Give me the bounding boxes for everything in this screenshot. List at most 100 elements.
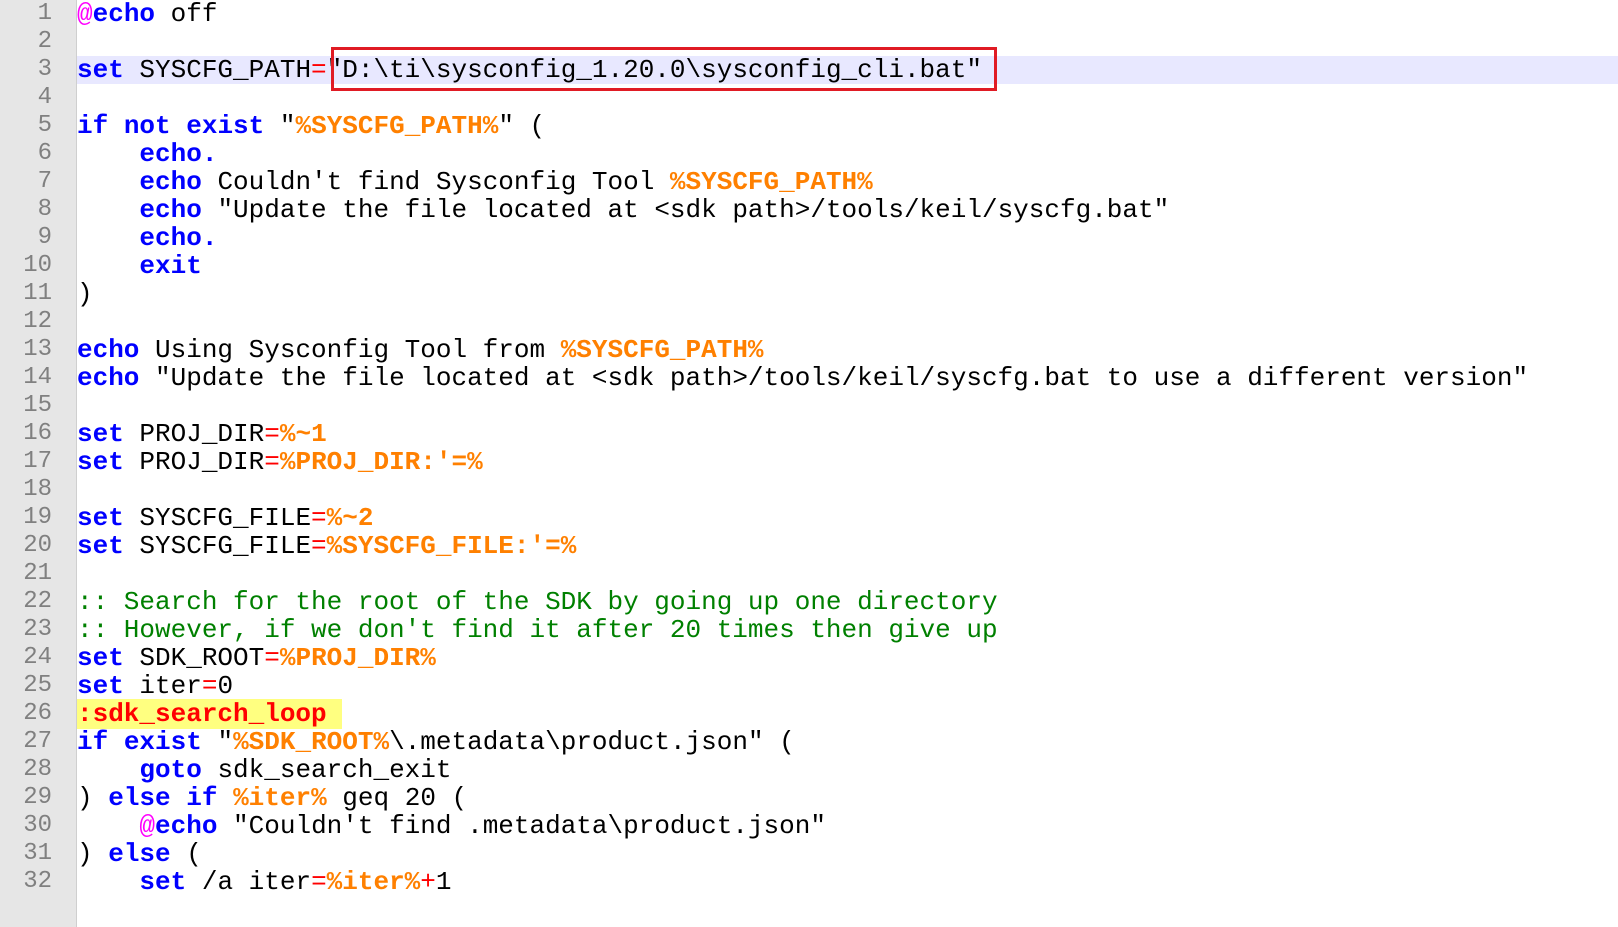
code-token-kw: set <box>77 503 124 533</box>
line-number: 26 <box>23 700 52 727</box>
code-line[interactable]: if not exist "%SYSCFG_PATH%" ( <box>77 112 1618 140</box>
code-token-var: %SYSCFG_PATH% <box>295 111 499 141</box>
code-line[interactable]: set SYSCFG_FILE=%~2 <box>77 504 1618 532</box>
line-number: 24 <box>23 644 52 671</box>
code-token-txt: "Update the file located at <sdk path>/t… <box>139 363 1529 393</box>
code-area[interactable]: @echo off set SYSCFG_PATH="D:\ti\sysconfi… <box>77 0 1618 927</box>
code-line[interactable] <box>77 392 1618 420</box>
line-number: 1 <box>37 0 52 27</box>
code-token-var: %PROJ_DIR:'=% <box>279 447 483 477</box>
code-token-var: %PROJ_DIR% <box>279 643 436 673</box>
code-line[interactable]: ) <box>77 280 1618 308</box>
code-token-op: = <box>264 447 280 477</box>
code-line[interactable]: set PROJ_DIR=%~1 <box>77 420 1618 448</box>
code-token-kw: exit <box>139 251 202 281</box>
code-line[interactable] <box>77 308 1618 336</box>
code-token-txt: ) <box>77 279 93 309</box>
code-token-txt: " <box>264 111 296 141</box>
code-line[interactable]: set /a iter=%iter%+1 <box>77 868 1618 896</box>
code-line[interactable]: :sdk_search_loop <box>77 699 1618 729</box>
code-token-kw: goto <box>139 755 202 785</box>
code-line[interactable]: set SYSCFG_PATH="D:\ti\sysconfig_1.20.0\… <box>77 56 1618 84</box>
code-line[interactable] <box>77 476 1618 504</box>
code-line[interactable]: :: Search for the root of the SDK by goi… <box>77 588 1618 616</box>
code-token-kw: echo. <box>139 139 218 169</box>
code-token-txt: SDK_ROOT <box>123 643 265 673</box>
code-line[interactable]: if exist "%SDK_ROOT%\.metadata\product.j… <box>77 728 1618 756</box>
code-editor[interactable]: 1 2 3 4 5 6 7 8 9 10 11 12 13 14 15 16 17 18 19 20 21 22 23 24 2… <box>0 0 1618 927</box>
line-number: 16 <box>23 420 52 447</box>
code-line[interactable]: :: However, if we don't find it after 20… <box>77 616 1618 644</box>
line-number: 19 <box>23 504 52 531</box>
code-line[interactable]: @echo "Couldn't find .metadata\product.j… <box>77 812 1618 840</box>
code-token-var: %SYSCFG_PATH% <box>560 335 764 365</box>
code-line[interactable]: ) else if %iter% geq 20 ( <box>77 784 1618 812</box>
code-token-var: %~2 <box>326 503 374 533</box>
code-token-txt: ) <box>77 839 109 869</box>
code-line[interactable]: exit <box>77 252 1618 280</box>
code-line[interactable]: goto sdk_search_exit <box>77 756 1618 784</box>
line-number: 22 <box>23 588 52 615</box>
code-line[interactable] <box>77 28 1618 56</box>
line-number: 21 <box>23 560 52 587</box>
code-line[interactable]: set iter=0 <box>77 672 1618 700</box>
code-line[interactable]: echo Couldn't find Sysconfig Tool %SYSCF… <box>77 168 1618 196</box>
line-number-gutter: 1 2 3 4 5 6 7 8 9 10 11 12 13 14 15 16 17 18 19 20 21 22 23 24 2… <box>0 0 77 927</box>
code-token-kw: echo <box>155 811 218 841</box>
code-line[interactable]: echo Using Sysconfig Tool from %SYSCFG_P… <box>77 336 1618 364</box>
code-token-txt: SYSCFG_FILE <box>123 503 312 533</box>
code-token-txt: SYSCFG_PATH <box>123 55 312 85</box>
line-number: 25 <box>23 672 52 699</box>
code-token-op: = <box>311 503 327 533</box>
code-token-kw: set <box>77 671 124 701</box>
code-token-txt: sdk_search_exit <box>201 755 452 785</box>
code-line[interactable] <box>77 560 1618 588</box>
code-token-kw: echo <box>77 335 140 365</box>
code-token-var: %iter% <box>233 783 327 813</box>
line-number: 17 <box>23 448 52 475</box>
code-line[interactable]: set SYSCFG_FILE=%SYSCFG_FILE:'=% <box>77 532 1618 560</box>
code-token-txt: "Update the file located at <sdk path>/t… <box>201 195 1170 225</box>
code-token-txt: geq 20 ( <box>326 783 468 813</box>
code-token-kw: else <box>108 783 171 813</box>
code-token-op: + <box>420 867 436 897</box>
code-token-txt: /a iter <box>186 867 312 897</box>
code-token-kw: set <box>77 531 124 561</box>
code-token-txt: off <box>155 0 218 29</box>
line-number: 23 <box>23 616 52 643</box>
line-number: 31 <box>23 840 52 867</box>
code-token-kw: exist <box>123 727 202 757</box>
code-line[interactable]: echo "Update the file located at <sdk pa… <box>77 196 1618 224</box>
code-token-kw: exist <box>186 111 265 141</box>
code-token-var: %~1 <box>279 419 327 449</box>
line-number: 3 <box>37 56 52 83</box>
code-line[interactable]: set SDK_ROOT=%PROJ_DIR% <box>77 644 1618 672</box>
code-token-txt: \.metadata\product.json" ( <box>389 727 795 757</box>
code-token-op: = <box>311 55 327 85</box>
code-line[interactable]: echo. <box>77 140 1618 168</box>
code-token-op: = <box>264 419 280 449</box>
line-number: 2 <box>37 28 52 55</box>
code-line[interactable]: echo. <box>77 224 1618 252</box>
code-line[interactable]: set PROJ_DIR=%PROJ_DIR:'=% <box>77 448 1618 476</box>
code-token-cmt: :: Search for the root of the SDK by goi… <box>77 587 998 617</box>
code-token-kw: echo <box>139 167 202 197</box>
code-line[interactable] <box>77 84 1618 112</box>
code-token-kw: if <box>77 727 109 757</box>
code-line[interactable]: echo "Update the file located at <sdk pa… <box>77 364 1618 392</box>
code-token-kw: else <box>108 839 171 869</box>
code-token-kw: set <box>77 55 124 85</box>
code-token-txt: "D:\ti\sysconfig_1.20.0\sysconfig_cli.ba… <box>326 55 982 85</box>
code-token-kw: set <box>139 867 187 897</box>
code-line[interactable]: @echo off <box>77 0 1618 28</box>
code-token-txt: PROJ_DIR <box>123 447 265 477</box>
line-number: 7 <box>37 168 52 195</box>
code-token-atsign: @ <box>139 811 156 841</box>
code-line[interactable]: ) else ( <box>77 840 1618 868</box>
line-number: 32 <box>23 868 52 895</box>
